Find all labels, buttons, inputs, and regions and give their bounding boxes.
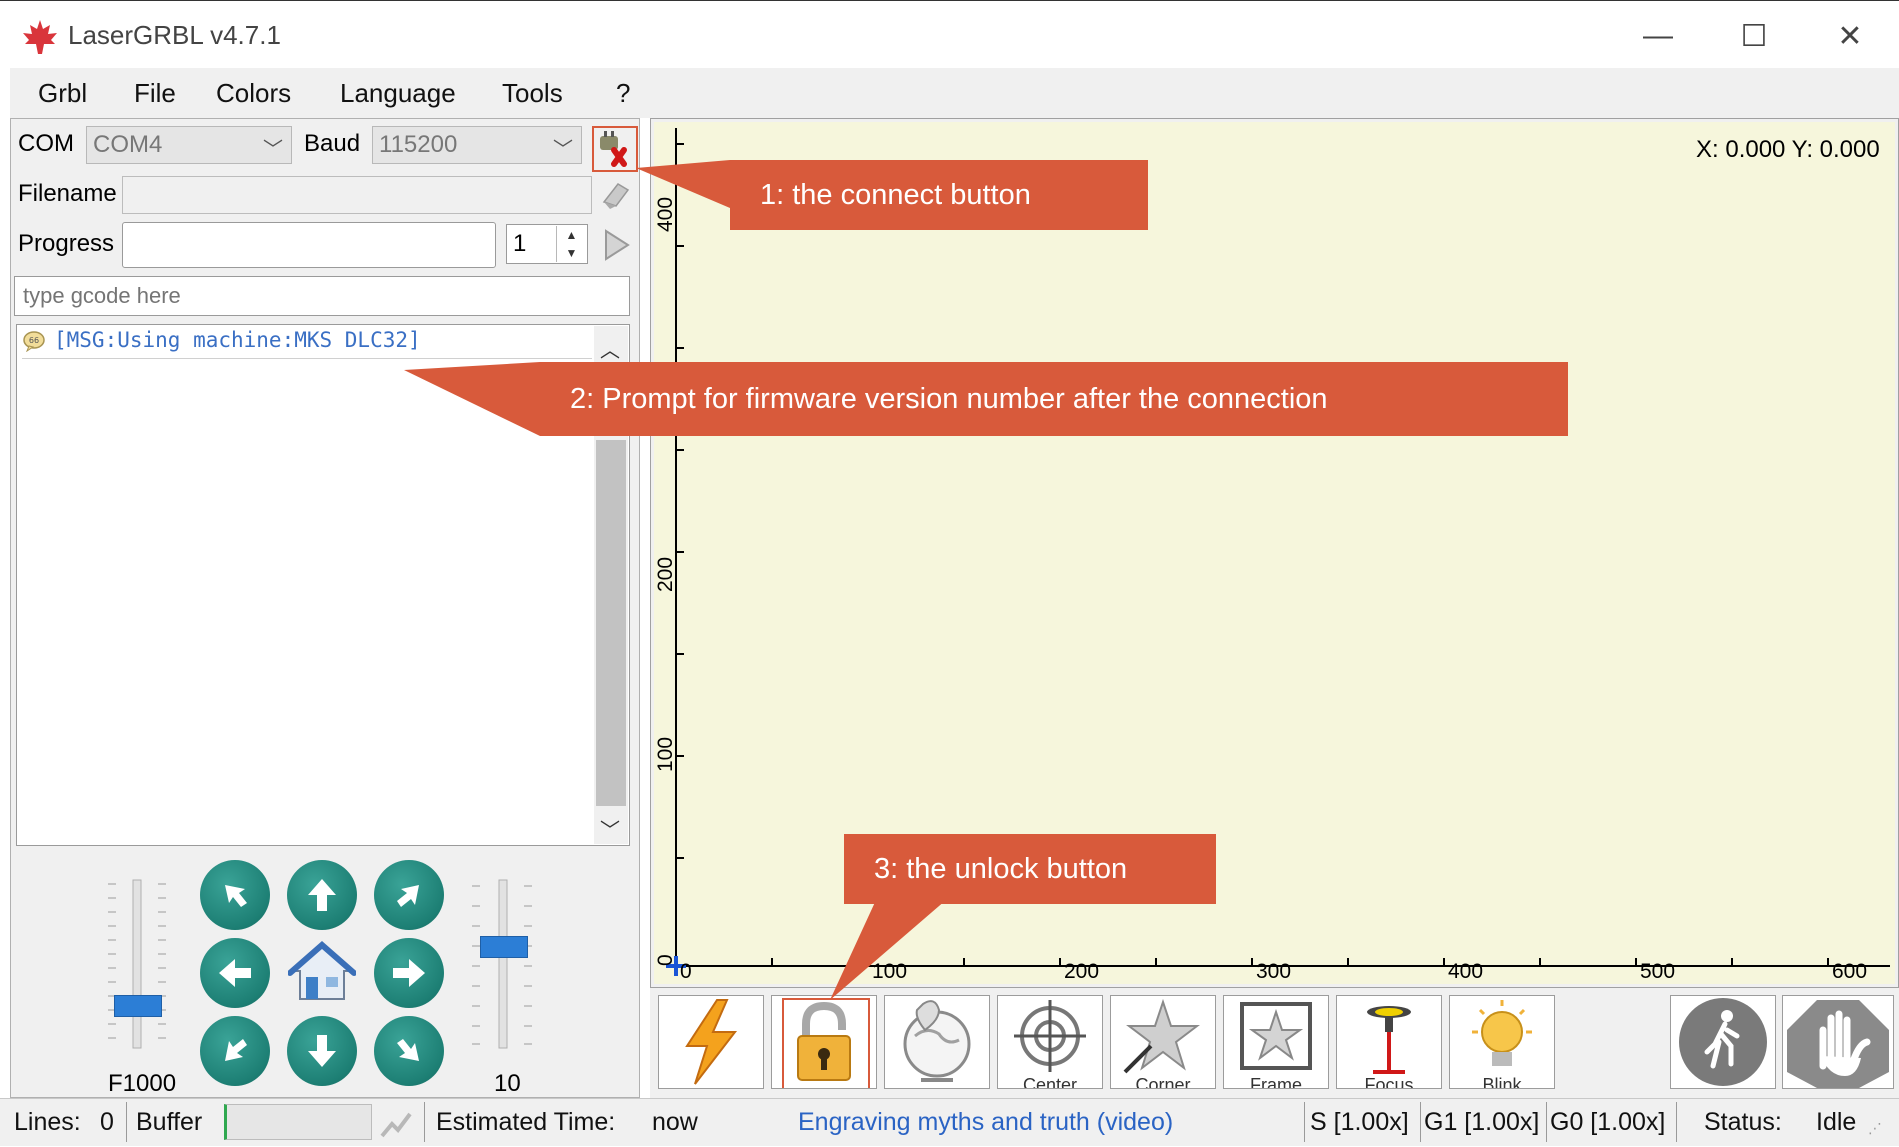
- callout-unlock-button: 3: the unlock button: [844, 834, 1216, 904]
- callout-connect-button: 1: the connect button: [730, 160, 1148, 230]
- callout-firmware-prompt: 2: Prompt for firmware version number af…: [540, 362, 1568, 436]
